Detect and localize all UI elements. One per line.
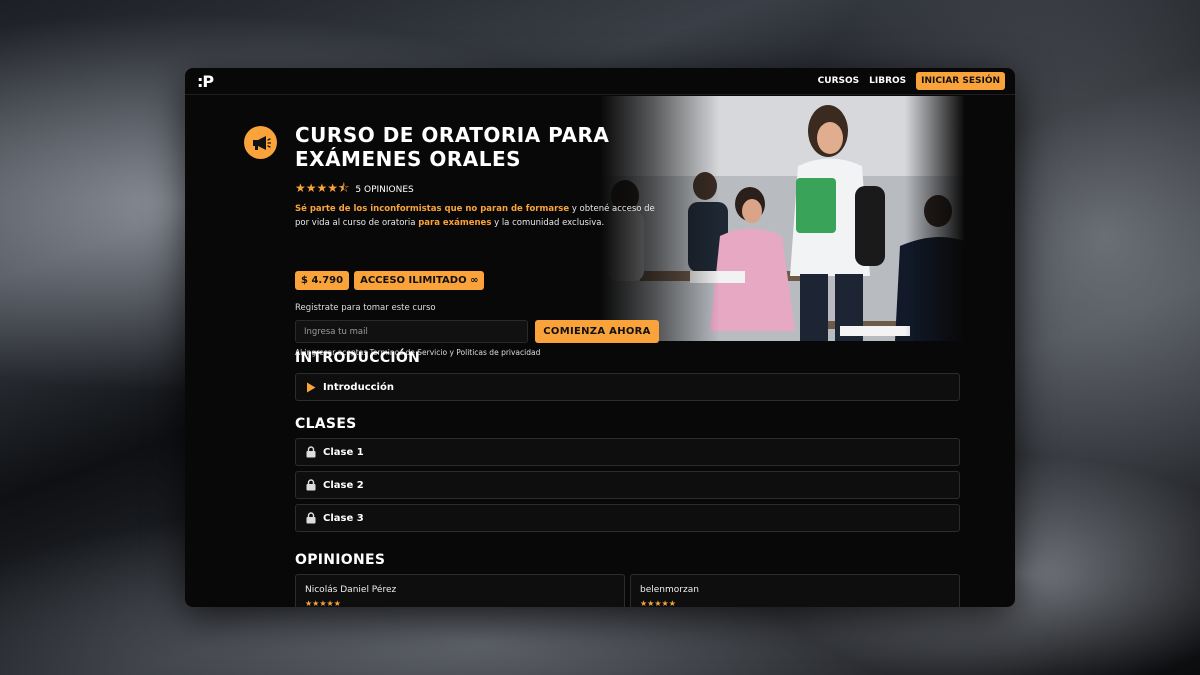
opinions-section-title: OPINIONES bbox=[295, 552, 386, 568]
lesson-label: Clase 3 bbox=[323, 512, 364, 524]
start-now-button[interactable]: COMIENZA AHORA bbox=[535, 320, 659, 343]
review-stars: ★★★★★ bbox=[640, 599, 676, 607]
course-description: Sé parte de los inconformistas que no pa… bbox=[295, 204, 655, 228]
lesson-label: Clase 2 bbox=[323, 479, 364, 491]
lesson-row-clase-3[interactable]: Clase 3 bbox=[295, 504, 960, 532]
email-field[interactable] bbox=[295, 320, 528, 343]
intro-section-title: INTRODUCCIÓN bbox=[295, 350, 421, 366]
nav-menu: CURSOS LIBROS INICIAR SESIÓN bbox=[818, 72, 1005, 90]
course-title: CURSO DE ORATORIA PARA EXÁMENES ORALES bbox=[295, 123, 610, 171]
access-badge: ACCESO ILIMITADO ∞ bbox=[354, 271, 485, 290]
review-stars: ★★★★★ bbox=[305, 599, 341, 607]
lock-icon bbox=[306, 446, 316, 458]
megaphone-icon bbox=[244, 126, 277, 159]
register-label: Registrate para tomar este curso bbox=[295, 303, 436, 313]
classes-section-title: CLASES bbox=[295, 416, 357, 432]
login-button[interactable]: INICIAR SESIÓN bbox=[916, 72, 1005, 90]
play-icon bbox=[307, 382, 316, 392]
reviewer-name: Nicolás Daniel Pérez bbox=[305, 585, 397, 595]
lesson-row-intro[interactable]: Introducción bbox=[295, 373, 960, 401]
course-rating: ★★★★⯪ 5 OPINIONES bbox=[295, 179, 414, 200]
nav-link-libros[interactable]: LIBROS bbox=[869, 76, 906, 86]
reviewer-name: belenmorzan bbox=[640, 585, 699, 595]
rating-stars: ★★★★⯪ bbox=[295, 181, 350, 195]
logo[interactable]: :P bbox=[197, 72, 214, 91]
price-badge: $ 4.790 bbox=[295, 271, 350, 290]
lesson-label: Clase 1 bbox=[323, 446, 364, 458]
browser-window: :P CURSOS LIBROS INICIAR SESIÓN CURSO DE… bbox=[185, 68, 1015, 607]
nav-link-cursos[interactable]: CURSOS bbox=[818, 76, 859, 86]
lock-icon bbox=[306, 512, 316, 524]
price-badges: $ 4.790 ACCESO ILIMITADO ∞ bbox=[295, 271, 485, 290]
lesson-row-clase-1[interactable]: Clase 1 bbox=[295, 438, 960, 466]
course-hero: CURSO DE ORATORIA PARA EXÁMENES ORALES ★… bbox=[185, 96, 1015, 357]
opinions-count: 5 OPINIONES bbox=[355, 184, 414, 195]
review-card: Nicolás Daniel Pérez ★★★★★ bbox=[295, 574, 625, 607]
top-navbar: :P CURSOS LIBROS INICIAR SESIÓN bbox=[185, 68, 1015, 95]
lesson-label: Introducción bbox=[323, 381, 394, 393]
review-card: belenmorzan ★★★★★ bbox=[630, 574, 960, 607]
lesson-row-clase-2[interactable]: Clase 2 bbox=[295, 471, 960, 499]
lock-icon bbox=[306, 479, 316, 491]
